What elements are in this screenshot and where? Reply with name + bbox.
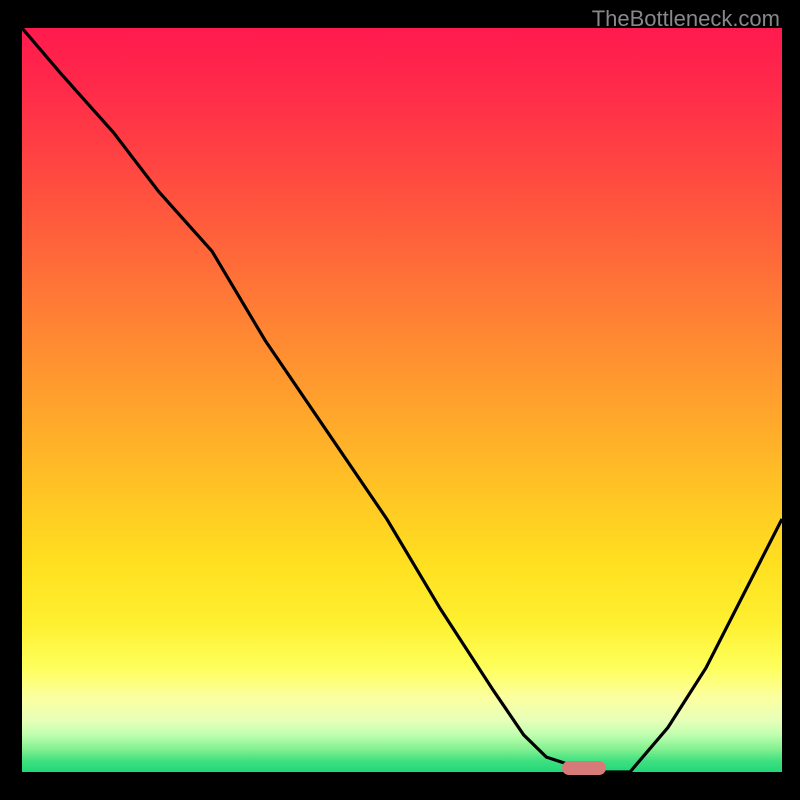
plot-area (22, 28, 782, 772)
bottleneck-curve (22, 28, 782, 772)
curve-path (22, 28, 782, 772)
watermark-text: TheBottleneck.com (592, 6, 780, 32)
optimal-marker (562, 761, 606, 775)
